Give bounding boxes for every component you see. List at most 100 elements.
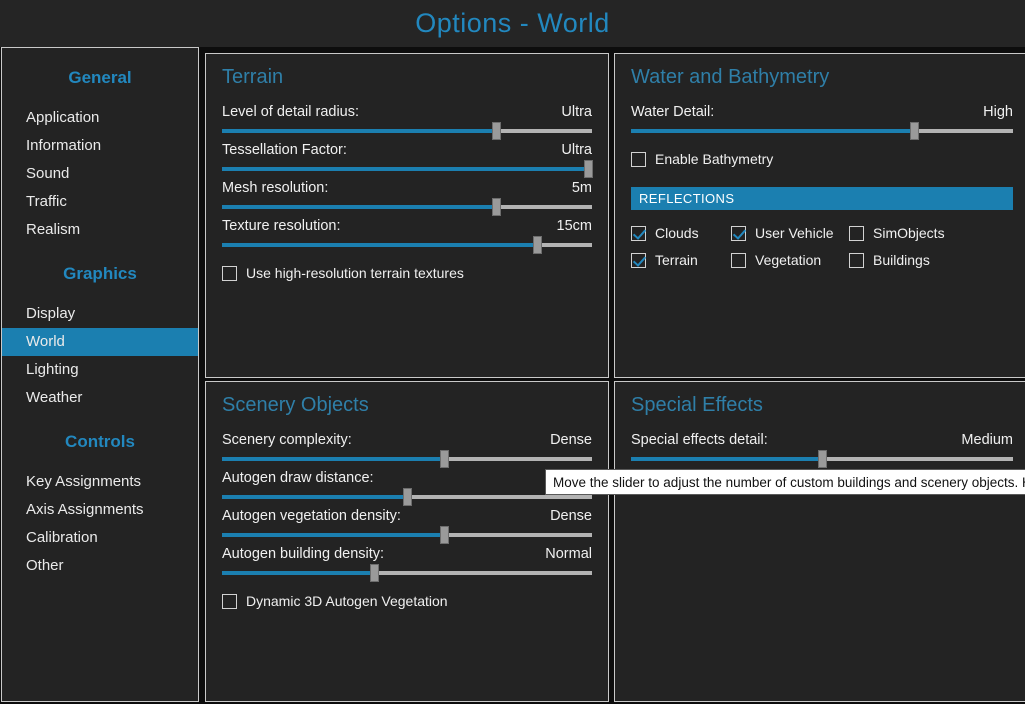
- slider-track[interactable]: [631, 457, 1013, 461]
- slider-track[interactable]: [222, 495, 592, 499]
- slider-track[interactable]: [222, 129, 592, 133]
- options-window: Options - World General ApplicationInform…: [0, 0, 1025, 704]
- slider-fill: [631, 129, 914, 133]
- checkbox-box[interactable]: [631, 152, 646, 167]
- tooltip-text: Move the slider to adjust the number of …: [553, 475, 1025, 490]
- checkbox-box[interactable]: [849, 226, 864, 241]
- sidebar-item-display[interactable]: Display: [2, 300, 198, 328]
- slider-head: Autogen building density: Normal: [222, 546, 592, 562]
- slider-thumb[interactable]: [533, 236, 542, 254]
- checkbox-box[interactable]: [731, 253, 746, 268]
- slider-track[interactable]: [222, 205, 592, 209]
- page-title: Options - World: [415, 8, 610, 39]
- checkbox-label: Enable Bathymetry: [655, 151, 773, 167]
- checkbox-user-vehicle[interactable]: User Vehicle: [731, 225, 849, 241]
- sidebar-item-lighting[interactable]: Lighting: [2, 356, 198, 384]
- slider-label: Tessellation Factor:: [222, 142, 347, 158]
- slider-thumb[interactable]: [492, 198, 501, 216]
- title-bar: Options - World: [0, 0, 1025, 47]
- slider-track[interactable]: [222, 243, 592, 247]
- slider-head: Water Detail:High: [631, 104, 1013, 120]
- checkbox-terrain[interactable]: Terrain: [631, 252, 731, 268]
- slider-value: Ultra: [561, 142, 592, 158]
- checkbox-label: Clouds: [655, 225, 699, 241]
- checkmark-icon[interactable]: [631, 253, 646, 268]
- slider-track[interactable]: [222, 533, 592, 537]
- panel-terrain-title: Terrain: [206, 54, 608, 95]
- sidebar-item-key-assignments[interactable]: Key Assignments: [2, 468, 198, 496]
- slider-thumb[interactable]: [818, 450, 827, 468]
- checkbox-label: User Vehicle: [755, 225, 834, 241]
- sidebar-item-traffic[interactable]: Traffic: [2, 188, 198, 216]
- checkbox-vegetation[interactable]: Vegetation: [731, 252, 849, 268]
- slider-row-special-effects-detail: Special effects detail:Medium: [631, 432, 1013, 461]
- slider-value: Dense: [550, 508, 592, 524]
- checkbox-label: Use high-resolution terrain textures: [246, 265, 464, 281]
- checkbox-box[interactable]: [222, 594, 237, 609]
- sidebar-item-sound[interactable]: Sound: [2, 160, 198, 188]
- slider-label: Autogen draw distance:: [222, 470, 374, 486]
- slider-fill: [222, 205, 496, 209]
- slider-track[interactable]: [222, 457, 592, 461]
- slider-row-mesh-resolution: Mesh resolution: 5m: [222, 180, 592, 209]
- panel-scenery-title: Scenery Objects: [206, 382, 608, 423]
- checkbox-label: Buildings: [873, 252, 930, 268]
- slider-track[interactable]: [631, 129, 1013, 133]
- slider-thumb[interactable]: [492, 122, 501, 140]
- sidebar-group-title-general: General: [2, 68, 198, 88]
- sidebar-item-other[interactable]: Other: [2, 552, 198, 580]
- checkbox-label: SimObjects: [873, 225, 945, 241]
- slider-label: Mesh resolution:: [222, 180, 328, 196]
- sidebar-group-title-controls: Controls: [2, 432, 198, 452]
- slider-thumb[interactable]: [584, 160, 593, 178]
- checkbox-simobjects[interactable]: SimObjects: [849, 225, 1013, 241]
- panel-water-bathymetry: Water and Bathymetry Water Detail:HighEn…: [614, 53, 1025, 378]
- slider-value: 15cm: [557, 218, 592, 234]
- checkbox-label: Vegetation: [755, 252, 821, 268]
- checkbox-box[interactable]: [222, 266, 237, 281]
- slider-track[interactable]: [222, 167, 592, 171]
- slider-fill: [631, 457, 822, 461]
- slider-fill: [222, 167, 588, 171]
- slider-value: 5m: [572, 180, 592, 196]
- slider-head: Level of detail radius: Ultra: [222, 104, 592, 120]
- slider-thumb[interactable]: [403, 488, 412, 506]
- slider-label: Autogen building density:: [222, 546, 384, 562]
- checkbox-label: Dynamic 3D Autogen Vegetation: [246, 593, 448, 609]
- slider-thumb[interactable]: [910, 122, 919, 140]
- slider-thumb[interactable]: [440, 526, 449, 544]
- checkmark-icon[interactable]: [731, 226, 746, 241]
- sidebar-item-realism[interactable]: Realism: [2, 216, 198, 244]
- slider-fill: [222, 495, 407, 499]
- slider-value: Ultra: [561, 104, 592, 120]
- slider-row-water-detail: Water Detail:High: [631, 104, 1013, 133]
- sidebar-item-world[interactable]: World: [2, 328, 198, 356]
- sidebar-item-axis-assignments[interactable]: Axis Assignments: [2, 496, 198, 524]
- slider-thumb[interactable]: [440, 450, 449, 468]
- checkbox-use-high-resolution-terrain-textures[interactable]: Use high-resolution terrain textures: [222, 265, 592, 281]
- sidebar-item-application[interactable]: Application: [2, 104, 198, 132]
- checkbox-dynamic-3d-autogen-vegetation[interactable]: Dynamic 3D Autogen Vegetation: [222, 593, 592, 609]
- sidebar-item-weather[interactable]: Weather: [2, 384, 198, 412]
- slider-label: Level of detail radius:: [222, 104, 359, 120]
- slider-head: Scenery complexity:Dense: [222, 432, 592, 448]
- checkbox-box[interactable]: [849, 253, 864, 268]
- checkbox-enable-bathymetry[interactable]: Enable Bathymetry: [631, 151, 1013, 167]
- sidebar: General ApplicationInformationSoundTraffi…: [1, 47, 199, 702]
- checkmark-icon[interactable]: [631, 226, 646, 241]
- panel-scenery-objects: Scenery Objects Scenery complexity:Dense…: [205, 381, 609, 702]
- checkbox-clouds[interactable]: Clouds: [631, 225, 731, 241]
- panel-scenery-body: Scenery complexity:Dense Autogen draw dis…: [206, 432, 608, 609]
- slider-fill: [222, 243, 537, 247]
- panel-terrain: Terrain Level of detail radius:UltraTess…: [205, 53, 609, 378]
- slider-thumb[interactable]: [370, 564, 379, 582]
- checkbox-buildings[interactable]: Buildings: [849, 252, 1013, 268]
- slider-track[interactable]: [222, 571, 592, 575]
- sidebar-item-calibration[interactable]: Calibration: [2, 524, 198, 552]
- slider-head: Mesh resolution: 5m: [222, 180, 592, 196]
- slider-value: Normal: [545, 546, 592, 562]
- slider-head: Tessellation Factor: Ultra: [222, 142, 592, 158]
- slider-row-texture-resolution: Texture resolution:15cm: [222, 218, 592, 247]
- sidebar-item-information[interactable]: Information: [2, 132, 198, 160]
- panel-effects-title: Special Effects: [615, 382, 1025, 423]
